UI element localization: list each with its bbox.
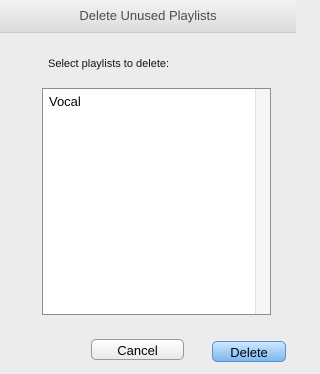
delete-button[interactable]: Delete <box>212 341 286 362</box>
playlist-list[interactable]: Vocal <box>42 88 271 315</box>
list-scrollbar[interactable] <box>255 89 270 314</box>
prompt-label: Select playlists to delete: <box>48 58 170 70</box>
window-title: Delete Unused Playlists <box>79 8 217 23</box>
cancel-button[interactable]: Cancel <box>91 339 184 360</box>
delete-playlists-dialog: Delete Unused Playlists Select playlists… <box>0 0 296 374</box>
list-item-playlist[interactable]: Vocal <box>49 94 81 109</box>
titlebar: Delete Unused Playlists <box>0 0 296 33</box>
